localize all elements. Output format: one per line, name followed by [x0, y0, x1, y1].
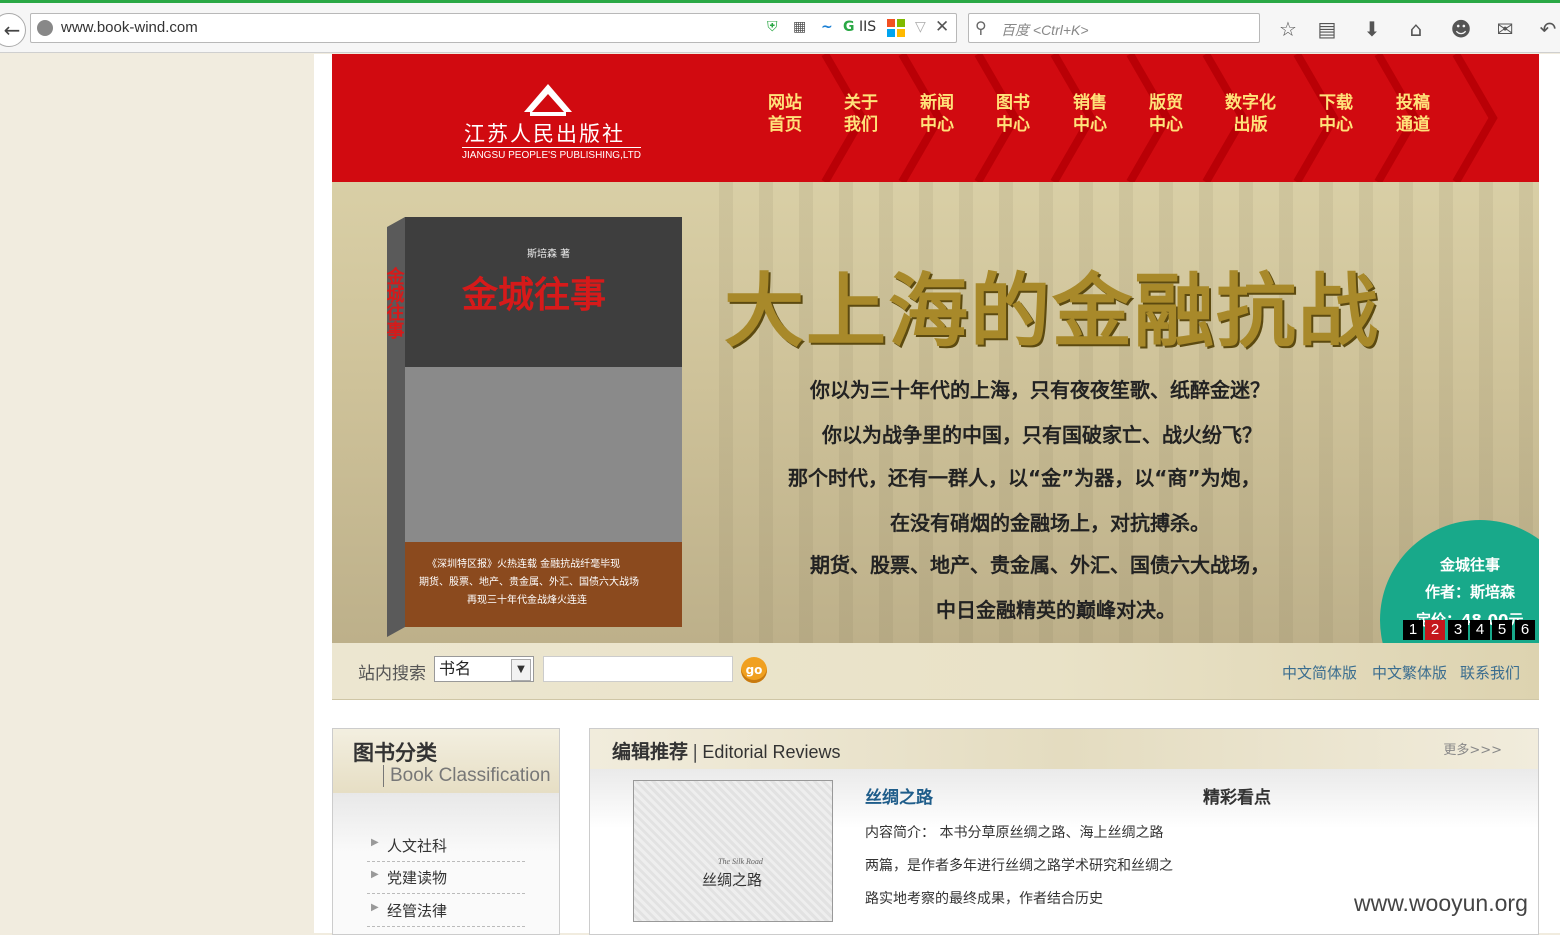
slide-page-2[interactable]: 2 — [1425, 620, 1445, 640]
slide-page-5[interactable]: 5 — [1492, 620, 1512, 640]
emoji-icon[interactable]: ☻ — [1449, 17, 1473, 41]
price-book-title: 金城往事 — [1440, 556, 1501, 574]
slide-page-1[interactable]: 1 — [1403, 620, 1423, 640]
undo-icon[interactable]: ↶ — [1536, 17, 1560, 41]
reviews-header: 编辑推荐 | Editorial Reviews 更多>>> — [590, 729, 1538, 770]
home-icon[interactable]: ⌂ — [1404, 17, 1428, 41]
back-arrow-icon: ← — [3, 18, 21, 42]
browser-toolbar: ← www.book-wind.com ⛨ ▦ ~ G IIS ▽ ✕ ⚲ 百度… — [0, 3, 1560, 53]
search-go-button[interactable]: go — [741, 657, 767, 683]
iis-label[interactable]: IIS — [859, 19, 876, 37]
site-search-input[interactable] — [543, 656, 733, 682]
nav-sales[interactable]: 销售 中心 — [1073, 92, 1107, 136]
contact-us-link[interactable]: 联系我们 — [1460, 662, 1520, 683]
categories-title: 图书分类 — [353, 741, 437, 765]
nav-books[interactable]: 图书 中心 — [996, 92, 1030, 136]
qr-code-icon[interactable]: ▦ — [793, 19, 806, 37]
triangle-right-icon: ▶ — [371, 902, 379, 913]
wave-icon[interactable]: ~ — [821, 19, 833, 37]
category-item[interactable]: ▶ 党建读物 — [367, 863, 525, 894]
back-button[interactable]: ← — [0, 13, 26, 47]
reviews-title: 编辑推荐 | Editorial Reviews — [612, 741, 841, 763]
banner-headline: 大上海的金融抗战 — [724, 265, 1380, 358]
price-author: 作者：斯培森 — [1425, 583, 1516, 601]
categories-header: 图书分类 Book Classification — [333, 729, 559, 794]
nav-submissions[interactable]: 投稿 通道 — [1396, 92, 1430, 136]
search-type-select[interactable]: 书名 ▼ — [434, 656, 534, 682]
banner-line-3: 那个时代，还有一群人，以“金”为器，以“商”为炮， — [788, 466, 1261, 490]
cover-title: 丝绸之路 — [702, 871, 763, 889]
search-icon: ⚲ — [975, 18, 987, 37]
nav-digital-publishing[interactable]: 数字化 出版 — [1225, 92, 1276, 136]
highlights-heading: 精彩看点 — [1203, 788, 1271, 808]
featured-book-description: 内容简介： 本书分草原丝绸之路、海上丝绸之路两篇，是作者多年进行丝绸之路学术研究… — [865, 825, 1173, 907]
nav-home[interactable]: 网站 首页 — [768, 92, 802, 136]
banner-line-4: 在没有硝烟的金融场上，对抗搏杀。 — [890, 511, 1210, 535]
slide-page-3[interactable]: 3 — [1448, 620, 1468, 640]
categories-subtitle: Book Classification — [383, 765, 551, 787]
slide-page-6[interactable]: 6 — [1515, 620, 1535, 640]
site-search-bar: 站内搜索 书名 ▼ go 中文简体版 中文繁体版 联系我们 — [332, 643, 1539, 700]
download-icon[interactable]: ⬇ — [1360, 17, 1384, 41]
banner-line-5: 期货、股票、地产、贵金属、外汇、国债六大战场， — [810, 553, 1270, 577]
triangle-right-icon: ▶ — [371, 837, 379, 848]
nav-about[interactable]: 关于 我们 — [844, 92, 878, 136]
shield-icon[interactable]: ⛨ — [767, 19, 778, 37]
book-blurb-1: 《深圳特区报》火热连载 金融抗战纤毫毕现 — [427, 557, 620, 570]
svg-text:金城往事: 金城往事 — [387, 266, 406, 340]
cover-english-title: The Silk Road — [718, 857, 763, 866]
banner-line-1: 你以为三十年代的上海，只有夜夜笙歌、纸醉金迷？ — [810, 378, 1270, 402]
site-search-label: 站内搜索 — [358, 664, 426, 684]
browser-search-box[interactable]: ⚲ 百度 <Ctrl+K> — [968, 13, 1260, 43]
promo-banner[interactable]: 金城往事 斯培森 著 金城往事 《深圳特区报》火热连载 金融抗战纤毫毕现 期货、… — [332, 182, 1539, 643]
triangle-right-icon: ▶ — [371, 869, 379, 880]
dropdown-arrow-icon[interactable]: ▽ — [915, 19, 926, 37]
book-categories-panel: 图书分类 Book Classification ▶ 人文社科 ▶ 党建读物 ▶… — [332, 728, 560, 935]
search-type-value: 书名 — [439, 659, 472, 678]
banner-line-6: 中日金融精英的巅峰对决。 — [936, 598, 1176, 622]
bookmark-star-icon[interactable]: ☆ — [1276, 17, 1300, 41]
book-spine-title: 金城往事 — [387, 266, 406, 340]
featured-book-title[interactable]: 丝绸之路 — [865, 783, 933, 808]
banner-line-2: 你以为战争里的中国，只有国破家亡、战火纷飞？ — [822, 423, 1262, 447]
categories-list: ▶ 人文社科 ▶ 党建读物 ▶ 经管法律 — [333, 793, 559, 934]
more-link[interactable]: 更多>>> — [1443, 739, 1502, 758]
nav-copyright-trade[interactable]: 版贸 中心 — [1149, 92, 1183, 136]
book-author-text: 斯培森 著 — [527, 247, 570, 260]
book-cover-image[interactable]: 金城往事 斯培森 著 金城往事 《深圳特区报》火热连载 金融抗战纤毫毕现 期货、… — [387, 217, 682, 637]
url-text: www.book-wind.com — [61, 19, 198, 36]
featured-book-cover[interactable]: The Silk Road 丝绸之路 — [633, 780, 833, 922]
site-header: 江苏人民出版社 JIANGSU PEOPLE'S PUBLISHING,LTD … — [332, 54, 1539, 182]
webpage: 江苏人民出版社 JIANGSU PEOPLE'S PUBLISHING,LTD … — [314, 54, 1560, 935]
book-blurb-3: 再现三十年代金战烽火连连 — [467, 593, 587, 606]
nav-news[interactable]: 新闻 中心 — [920, 92, 954, 136]
close-icon[interactable]: ✕ — [935, 17, 949, 37]
chat-icon[interactable]: ✉ — [1493, 17, 1517, 41]
g-extension-icon[interactable]: G — [843, 19, 855, 37]
chevron-down-icon: ▼ — [511, 659, 531, 681]
slide-page-4[interactable]: 4 — [1470, 620, 1490, 640]
address-bar[interactable]: www.book-wind.com ⛨ ▦ ~ G IIS ▽ ✕ — [30, 13, 957, 43]
windows-logo-icon[interactable] — [887, 19, 905, 37]
category-item[interactable]: ▶ 经管法律 — [367, 896, 525, 927]
nav-downloads[interactable]: 下载 中心 — [1319, 92, 1353, 136]
book-blurb-2: 期货、股票、地产、贵金属、外汇、国债六大战场 — [419, 575, 639, 588]
traditional-chinese-link[interactable]: 中文繁体版 — [1372, 662, 1447, 683]
book-cover-title: 金城往事 — [461, 274, 606, 316]
watermark-text: www.wooyun.org — [1354, 890, 1528, 916]
search-placeholder: 百度 <Ctrl+K> — [1001, 22, 1089, 38]
category-item[interactable]: ▶ 人文社科 — [367, 831, 525, 862]
simplified-chinese-link[interactable]: 中文简体版 — [1282, 662, 1357, 683]
globe-icon — [37, 20, 53, 36]
reading-list-icon[interactable]: ▤ — [1315, 17, 1339, 41]
